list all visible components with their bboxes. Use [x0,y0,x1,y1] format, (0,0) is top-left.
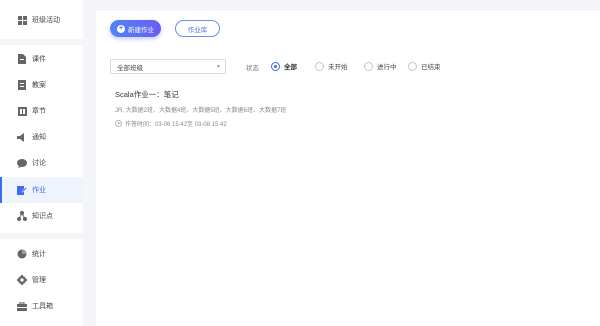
edit-icon [17,185,27,195]
status-label: 状态 [246,65,259,72]
status-option-label: 未开始 [328,64,348,71]
homework-title[interactable]: Scala作业一：笔记 [115,89,179,100]
sidebar-item-label: 班级活动 [32,17,60,24]
sidebar-item-label: 统计 [32,251,46,258]
status-radio-in-progress[interactable]: 进行中 [364,61,397,71]
radio-dot [408,61,417,71]
status-radio-ended[interactable]: 已结束 [408,61,441,71]
class-select-value: 全部班级 [117,64,143,72]
class-select[interactable]: 全部班级 ▾ [110,59,226,74]
homework-time-text: 作答时间：03-06 15:42至 03-08 15:42 [125,122,227,128]
status-option-label: 已结束 [421,64,441,71]
status-radio-all[interactable]: 全部 [271,61,297,71]
sidebar-item-chapters[interactable]: 章节 [0,98,83,124]
status-option-label: 全部 [284,64,297,71]
radio-dot [271,61,280,71]
homework-item[interactable]: Scala作业一：笔记 JR, 大数据2班、大数据4班、大数据5班、大数据6班、… [115,87,575,137]
chat-icon [17,158,27,168]
homework-library-label: 作业库 [187,26,208,34]
grid-icon [17,15,27,25]
sidebar-item-label: 工具箱 [32,303,53,310]
new-homework-button[interactable]: + 新建作业 [110,20,161,37]
toolbox-icon [17,301,27,311]
homework-library-button[interactable]: 作业库 [175,20,220,37]
gear-icon [17,275,27,285]
sidebar-item-lesson-plan[interactable]: 教案 [0,72,83,98]
homework-time: 作答时间：03-06 15:42至 03-08 15:42 [115,119,227,128]
chevron-down-icon: ▾ [216,64,220,70]
sidebar-item-statistics[interactable]: 统计 [0,241,83,267]
sidebar: 班级活动 课件 教案 章节 通知 讨论 作业 知识点 统计 管理 工具箱 [0,0,83,326]
sidebar-item-notice[interactable]: 通知 [0,124,83,150]
sidebar-item-label: 课件 [32,56,46,63]
bell-icon [17,132,27,142]
sidebar-item-knowledge-points[interactable]: 知识点 [0,203,83,229]
file-icon [17,54,27,64]
nodes-icon [17,211,27,221]
sidebar-item-homework[interactable]: 作业 [0,177,83,203]
sidebar-item-class-activity[interactable]: 班级活动 [0,7,83,33]
doc-icon [17,80,27,90]
status-radio-not-started[interactable]: 未开始 [315,61,348,71]
sidebar-item-courseware[interactable]: 课件 [0,46,83,72]
sidebar-item-label: 教案 [32,82,46,89]
homework-panel: + 新建作业 作业库 全部班级 ▾ 状态 全部 未开始 进行中 已结束 Scal… [96,11,600,326]
sidebar-item-discussion[interactable]: 讨论 [0,150,83,176]
sidebar-item-label: 通知 [32,134,46,141]
sidebar-item-toolbox[interactable]: 工具箱 [0,293,83,319]
new-homework-label: 新建作业 [128,26,154,34]
radio-dot [315,61,324,71]
pie-chart-icon [17,249,27,259]
sidebar-item-label: 作业 [32,187,46,194]
sidebar-item-label: 管理 [32,277,46,284]
sidebar-divider [0,39,83,45]
plus-icon: + [117,24,125,33]
sidebar-item-management[interactable]: 管理 [0,267,83,293]
radio-dot [364,61,373,71]
sidebar-item-label: 讨论 [32,160,46,167]
sidebar-item-label: 章节 [32,108,46,115]
status-option-label: 进行中 [377,64,397,71]
chapter-icon [17,106,27,116]
sidebar-item-label: 知识点 [32,213,53,220]
clock-icon [115,120,122,127]
homework-classes: JR, 大数据2班、大数据4班、大数据5班、大数据6班、大数据7班 [115,108,287,114]
sidebar-divider [0,233,83,239]
